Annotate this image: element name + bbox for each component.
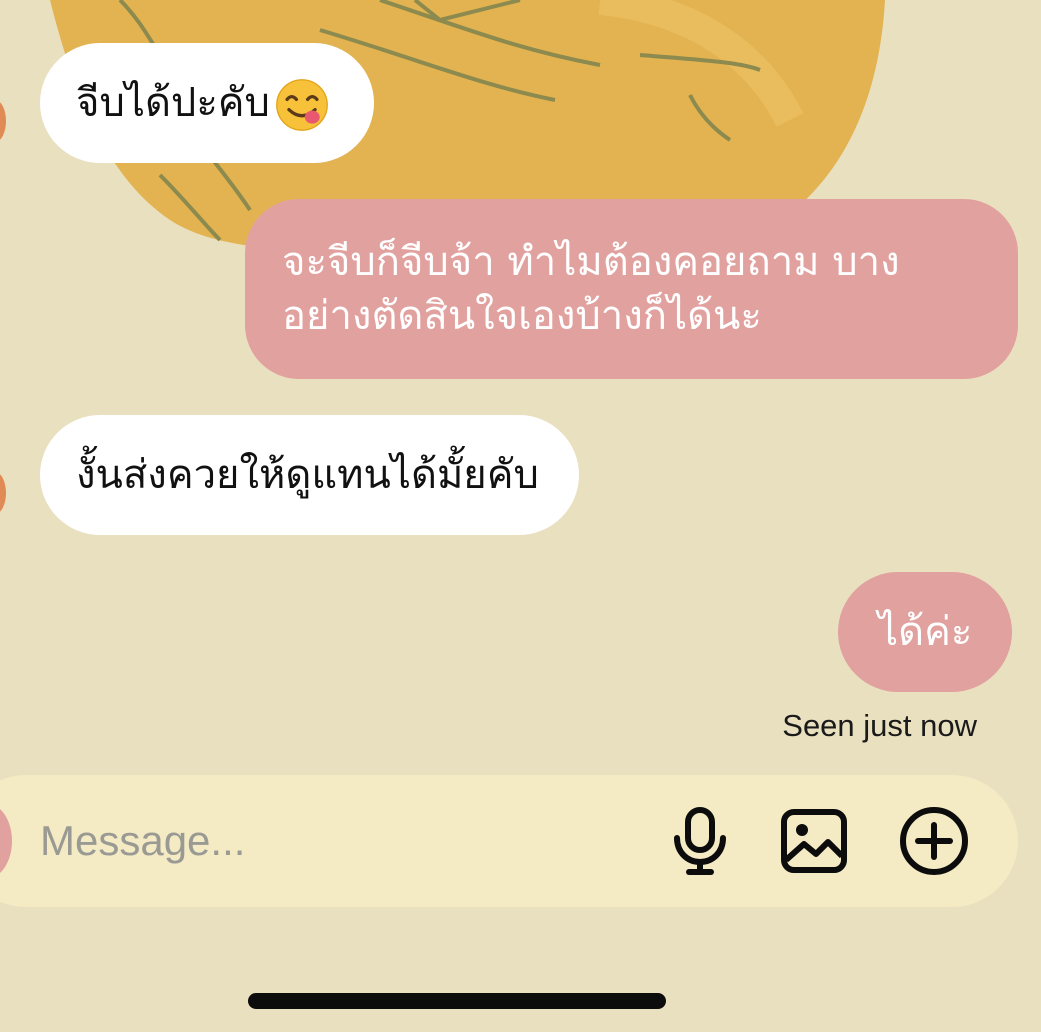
message-bubble-incoming[interactable]: จีบได้ปะคับ bbox=[40, 43, 374, 163]
message-text-line: จะจีบก็จีบจ้า ทำไมต้องคอยถาม บาง bbox=[282, 239, 900, 285]
microphone-icon[interactable] bbox=[662, 803, 738, 879]
message-text: ได้ค่ะ bbox=[878, 609, 973, 655]
face-savoring-food-emoji bbox=[276, 79, 328, 131]
message-bubble-outgoing[interactable]: จะจีบก็จีบจ้า ทำไมต้องคอยถาม บาง อย่างตั… bbox=[245, 199, 1018, 379]
message-text: งั้นส่งควยให้ดูแทนได้มั้ยคับ bbox=[76, 452, 539, 498]
home-indicator[interactable] bbox=[248, 993, 666, 1009]
seen-status: Seen just now bbox=[782, 708, 977, 743]
message-text: จีบได้ปะคับ bbox=[76, 80, 270, 126]
message-bubble-outgoing[interactable]: ได้ค่ะ bbox=[838, 572, 1013, 692]
add-circle-icon[interactable] bbox=[896, 803, 972, 879]
message-text-line: อย่างตัดสินใจเองบ้างก็ได้นะ bbox=[282, 293, 762, 339]
message-bubble-incoming[interactable]: งั้นส่งควยให้ดูแทนได้มั้ยคับ bbox=[40, 415, 579, 535]
message-input[interactable] bbox=[40, 808, 600, 874]
image-icon[interactable] bbox=[776, 803, 852, 879]
